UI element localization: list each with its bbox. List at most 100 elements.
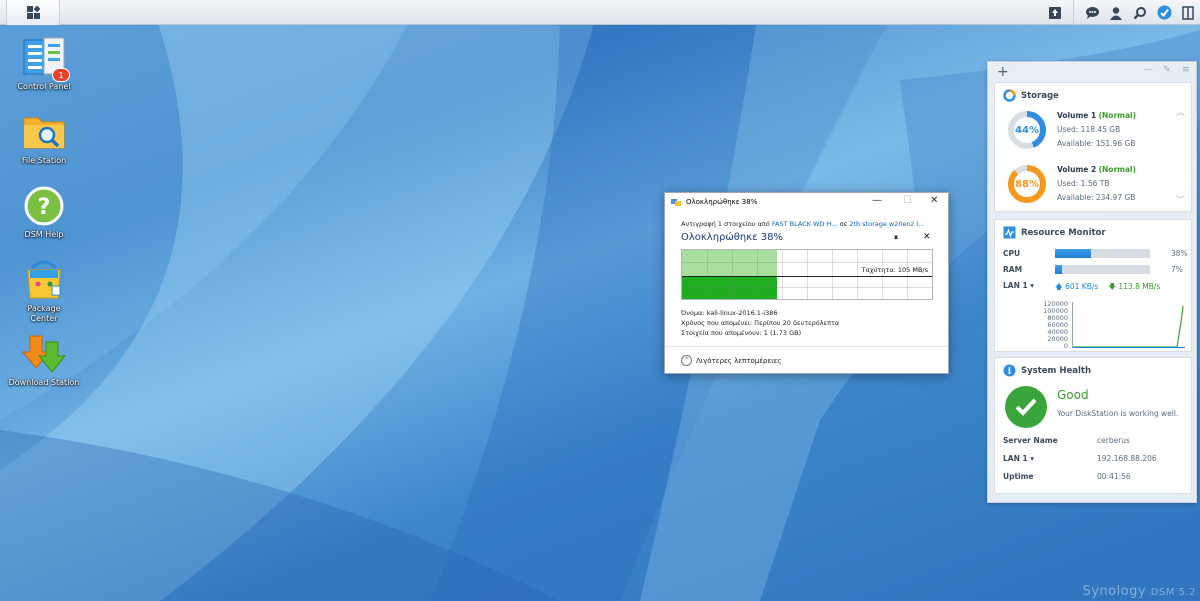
storage-title: Storage <box>1003 89 1059 102</box>
divider <box>665 346 948 347</box>
taskbar-tray <box>1043 0 1200 25</box>
volume-usage-ring: 44% <box>1007 110 1047 150</box>
desktop-icon-label: Control Panel <box>17 82 71 91</box>
uptime-label: Uptime <box>1003 472 1034 481</box>
resource-monitor-title: Resource Monitor <box>1003 226 1106 239</box>
to-word-text: σε <box>837 220 850 228</box>
resource-monitor-widget: Resource Monitor CPU 38% RAM 7% LAN 1 ▾ … <box>994 219 1192 352</box>
upload-queue-icon[interactable] <box>1043 0 1067 25</box>
volume-status: Normal <box>1102 165 1133 174</box>
dialog-titlebar[interactable]: Ολοκληρώθηκε 38% — ☐ ✕ <box>665 193 948 211</box>
chevron-up-icon[interactable]: ︿ <box>1176 105 1185 118</box>
lan-ip-value: 192.168.88.206 <box>1097 454 1157 463</box>
user-icon[interactable] <box>1104 0 1128 25</box>
svg-text:?: ? <box>38 195 51 220</box>
less-details-label: Λιγότερες λεπτομέρειες <box>696 356 782 365</box>
ram-bar <box>1055 265 1150 274</box>
notification-badge: 1 <box>52 68 70 82</box>
chevron-down-icon[interactable]: ﹀ <box>1176 193 1185 206</box>
copy-progress-dialog: Ολοκληρώθηκε 38% — ☐ ✕ Αντιγραφή 1 στοιχ… <box>664 192 949 374</box>
search-icon[interactable] <box>1128 0 1152 25</box>
volume-percent: 44% <box>1015 124 1039 136</box>
server-name-label: Server Name <box>1003 436 1058 445</box>
minimize-widgets-button[interactable]: — <box>1144 65 1153 75</box>
graph-gridline <box>857 250 858 299</box>
less-details-button[interactable]: ⌃ Λιγότερες λεπτομέρειες <box>681 355 782 366</box>
cpu-percent: 38% <box>1171 249 1188 258</box>
volume-1[interactable]: 44% Volume 1 (Normal) Used: 118.45 GB Av… <box>1007 109 1136 151</box>
main-menu-button[interactable] <box>6 0 60 25</box>
network-chart <box>1072 302 1185 348</box>
svg-text:i: i <box>1008 367 1012 377</box>
pause-button[interactable]: ⏸ <box>894 233 898 243</box>
desktop-icon-package-center[interactable]: Package Center <box>4 258 84 324</box>
desktop-icon-file-station[interactable]: File Station <box>4 110 84 166</box>
upload-rate-text: 601 KB/s <box>1065 282 1099 291</box>
cancel-copy-button[interactable]: ✕ <box>923 232 931 242</box>
system-health-widget: i System Health Good Your DiskStation is… <box>994 357 1192 494</box>
control-panel-icon: 1 <box>22 36 70 82</box>
close-button[interactable]: ✕ <box>930 195 938 206</box>
copy-prefix-text: Αντιγραφή 1 στοιχείου από <box>681 220 772 228</box>
lan-selector[interactable]: LAN 1 ▾ <box>1003 454 1034 463</box>
settings-icon[interactable]: ≡ <box>1182 65 1190 75</box>
transfer-graph: Ταχύτητα: 105 MB/s <box>681 249 933 300</box>
add-widget-button[interactable]: + <box>997 64 1009 80</box>
maximize-button[interactable]: ☐ <box>903 195 912 206</box>
graph-gridline <box>757 250 758 299</box>
desktop-icon-download-station[interactable]: Download Station <box>4 332 84 388</box>
uptime-value: 00:41:56 <box>1097 472 1131 481</box>
check-icon <box>1005 386 1047 428</box>
desktop-icon-dsm-help[interactable]: ? DSM Help <box>4 184 84 240</box>
desktop-icon-label: Package Center <box>27 304 61 323</box>
volume-name: Volume 1 <box>1057 111 1097 120</box>
chevron-up-icon: ⌃ <box>681 355 692 366</box>
minimize-button[interactable]: — <box>872 195 882 206</box>
widget-panel-header: + — ✎ ≡ <box>988 62 1196 82</box>
network-rates: 🡅 601 KB/s 🡇 113.8 MB/s <box>1055 281 1160 294</box>
volume-usage-ring: 88% <box>1007 164 1047 204</box>
desktop-icon-label: File Station <box>21 156 67 165</box>
help-icon: ? <box>22 184 66 228</box>
destination-link[interactable]: 2tb storage w20enz (... <box>849 220 925 228</box>
speed-label: Ταχύτητα: 105 MB/s <box>860 266 929 274</box>
desktop-icon-label: Download Station <box>8 378 80 387</box>
axis-tick: 0 <box>1063 342 1068 350</box>
system-health-title: i System Health <box>1003 364 1091 377</box>
system-health-title-text: System Health <box>1021 365 1092 376</box>
chat-icon[interactable] <box>1080 0 1104 25</box>
graph-gridline <box>682 262 932 263</box>
dialog-title: Ολοκληρώθηκε 38% <box>686 198 758 206</box>
storage-title-text: Storage <box>1021 90 1059 101</box>
file-name-line: Όνομα: kali-linux-2016.1-i386 <box>681 309 778 317</box>
taskbar-separator <box>1073 0 1074 25</box>
volume-used: Used: 1.56 TB <box>1057 179 1110 188</box>
storage-widget: Storage 44% Volume 1 (Normal) Used: 118.… <box>994 82 1192 212</box>
volume-2[interactable]: 88% Volume 2 (Normal) Used: 1.56 TB Avai… <box>1007 163 1136 205</box>
widgets-toggle-icon[interactable] <box>1152 0 1176 25</box>
watermark-brand: Synology <box>1082 584 1147 599</box>
upload-rate: 🡅 601 KB/s <box>1055 282 1099 291</box>
widget-panel: + — ✎ ≡ Storage 44% Volume 1 (Normal) Us… <box>987 61 1197 503</box>
info-icon: i <box>1003 364 1016 377</box>
volume-name: Volume 2 <box>1057 165 1097 174</box>
graph-gridline <box>907 250 908 299</box>
graph-gridline <box>807 250 808 299</box>
show-desktop-icon[interactable] <box>1176 0 1200 25</box>
volume-details: Volume 1 (Normal) Used: 118.45 GB Availa… <box>1057 109 1136 151</box>
lan-selector[interactable]: LAN 1 ▾ <box>1003 281 1034 290</box>
volume-status: Normal <box>1102 111 1133 120</box>
source-link[interactable]: FAST BLACK WD H... <box>772 220 838 228</box>
volume-available: Available: 234.97 GB <box>1057 193 1136 202</box>
volume-details: Volume 2 (Normal) Used: 1.56 TB Availabl… <box>1057 163 1136 205</box>
synology-watermark: Synology DSM 5.2 <box>1082 584 1196 599</box>
taskbar <box>0 0 1200 25</box>
pin-icon[interactable]: ✎ <box>1163 65 1171 75</box>
desktop-icon-control-panel[interactable]: 1 Control Panel <box>4 36 84 92</box>
grid-icon <box>26 5 40 19</box>
download-rate-text: 113.8 MB/s <box>1118 282 1161 291</box>
volume-percent: 88% <box>1015 178 1039 190</box>
cpu-label: CPU <box>1003 249 1021 258</box>
graph-gridline <box>732 250 733 299</box>
storage-icon <box>1003 89 1016 102</box>
